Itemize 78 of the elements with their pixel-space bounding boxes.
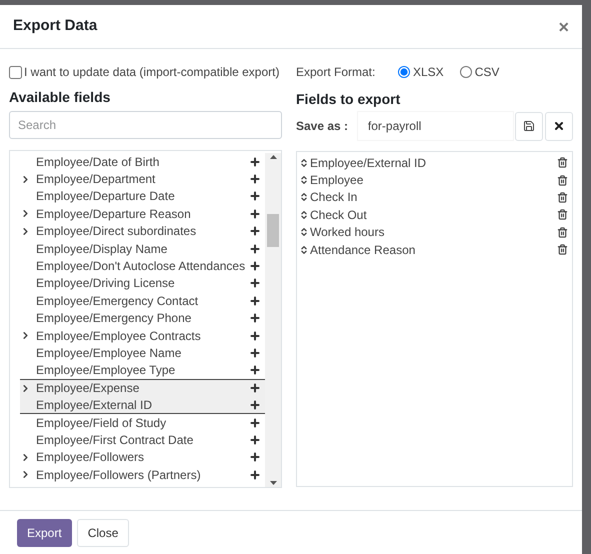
field-item[interactable]: Employee/Direct subordinates xyxy=(36,222,249,240)
format-option-label: XLSX xyxy=(413,64,444,81)
add-field-icon[interactable] xyxy=(249,451,261,464)
field-item[interactable]: Employee/Departure Reason xyxy=(36,204,249,223)
close-button[interactable]: × xyxy=(558,18,569,36)
add-field-icon[interactable] xyxy=(249,190,261,202)
add-field-icon[interactable] xyxy=(249,156,261,168)
add-field-icon[interactable] xyxy=(249,173,261,186)
add-field-icon[interactable] xyxy=(249,330,261,342)
format-radio[interactable] xyxy=(398,66,410,78)
delete-icon[interactable] xyxy=(557,209,568,220)
field-item[interactable]: Employee/Date of Birth xyxy=(36,152,249,171)
export-field-item: Attendance Reason xyxy=(310,242,416,259)
field-item[interactable]: Employee/Employee Contracts xyxy=(36,326,249,345)
add-field-icon[interactable] xyxy=(249,416,261,429)
add-field-icon[interactable] xyxy=(249,364,261,376)
delete-icon[interactable] xyxy=(557,157,568,168)
reorder-handle-icon[interactable] xyxy=(299,192,309,202)
save-button[interactable] xyxy=(514,112,544,140)
export-format-label: Export Format: xyxy=(296,64,376,81)
reorder-handle-icon[interactable] xyxy=(299,210,309,220)
delete-icon[interactable] xyxy=(557,174,568,186)
reorder-handle-icon[interactable] xyxy=(299,227,309,238)
reorder-handle-icon[interactable] xyxy=(299,158,309,168)
field-item[interactable]: Employee/Department xyxy=(36,170,249,188)
save-as-label: Save as : xyxy=(296,118,350,135)
field-item[interactable]: Employee/First Contract Date xyxy=(36,430,249,449)
checkbox-label: I want to update data (import-compatible export) xyxy=(24,64,280,81)
export-field-item: Check In xyxy=(310,189,358,206)
reorder-handle-icon[interactable] xyxy=(299,175,309,186)
close-icon xyxy=(553,120,566,132)
scrollbar-thumb[interactable] xyxy=(267,214,279,246)
delete-icon[interactable] xyxy=(557,192,568,203)
scroll-down-icon[interactable] xyxy=(270,481,276,485)
field-item[interactable]: Employee/Departure Date xyxy=(36,187,249,206)
delete-icon[interactable] xyxy=(557,244,568,256)
export-field-item: Check Out xyxy=(310,206,368,224)
format-radio[interactable] xyxy=(460,66,472,78)
section-title: Available fields xyxy=(9,88,112,107)
add-field-icon[interactable] xyxy=(249,242,261,255)
save-as-field[interactable]: for-payroll xyxy=(356,111,514,141)
field-item[interactable]: Employee/Emergency Phone xyxy=(36,309,249,328)
add-field-icon[interactable] xyxy=(249,294,261,307)
delete-icon[interactable] xyxy=(557,226,568,238)
import-compatible-checkbox[interactable] xyxy=(9,66,22,78)
dialog-title: Export Data xyxy=(13,16,98,36)
search-field[interactable]: Search xyxy=(9,111,282,139)
add-field-icon[interactable] xyxy=(249,277,261,290)
field-item[interactable]: Employee/Followers xyxy=(36,448,249,466)
field-item[interactable]: Employee/Emergency Contact xyxy=(36,292,249,310)
field-item[interactable]: Employee/Driving License xyxy=(36,274,249,292)
format-option-label: CSV xyxy=(474,64,500,81)
scrollbar-track[interactable] xyxy=(265,153,281,487)
scroll-up-icon[interactable] xyxy=(270,155,276,159)
field-item[interactable]: Employee/Employee Name xyxy=(36,344,249,362)
remove-button[interactable] xyxy=(545,112,573,140)
reorder-handle-icon[interactable] xyxy=(299,244,309,255)
section-title: Fields to export xyxy=(296,90,402,109)
field-item[interactable]: Employee/Field of Study xyxy=(36,414,249,432)
save-icon xyxy=(523,120,536,132)
add-field-icon[interactable] xyxy=(249,434,261,446)
field-item[interactable]: Employee/Display Name xyxy=(36,240,249,258)
add-field-icon[interactable] xyxy=(249,382,261,394)
add-field-icon[interactable] xyxy=(249,208,261,220)
add-field-icon[interactable] xyxy=(249,398,261,411)
export-field-item: Employee/External ID xyxy=(310,154,428,172)
field-item[interactable]: Employee/Employee Type xyxy=(36,361,249,380)
export-field-item: Worked hours xyxy=(310,224,386,242)
field-item[interactable]: Employee/Followers (Partners) xyxy=(36,466,249,484)
add-field-icon[interactable] xyxy=(249,312,261,324)
add-field-icon[interactable] xyxy=(249,260,261,272)
field-item[interactable]: Employee/Don't Autoclose Attendances xyxy=(36,257,249,276)
export-field-item: Employee xyxy=(310,172,364,190)
add-field-icon[interactable] xyxy=(249,468,261,481)
export-button[interactable]: Export xyxy=(17,518,72,546)
add-field-icon[interactable] xyxy=(249,225,261,238)
add-field-icon[interactable] xyxy=(249,346,261,359)
close-button[interactable]: Close xyxy=(76,518,130,546)
